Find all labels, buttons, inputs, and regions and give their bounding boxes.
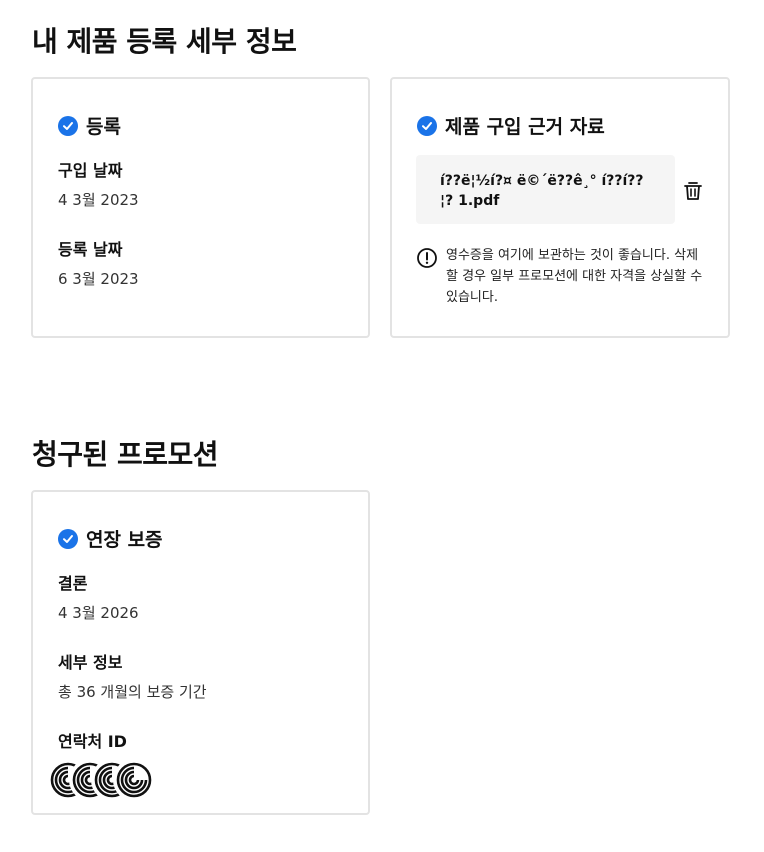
registration-heading: 등록	[86, 116, 121, 138]
details-label: 세부 정보	[58, 653, 123, 672]
registration-card: 등록 구입 날짜 4 3월 2023 등록 날짜 6 3월 2023	[31, 77, 370, 338]
proof-of-purchase-card: 제품 구입 근거 자료 í??ë¦½í?¤ ë©´ë??ê¸° í??í??¦?…	[390, 77, 730, 338]
receipt-file-name[interactable]: í??ë¦½í?¤ ë©´ë??ê¸° í??í??¦? 1.pdf	[440, 171, 655, 211]
check-circle-icon	[417, 115, 437, 136]
contact-avatar-stack	[47, 759, 155, 801]
purchase-date-label: 구입 날짜	[58, 161, 123, 180]
info-circle-icon	[416, 247, 438, 269]
purchase-date-value: 4 3월 2023	[58, 191, 139, 209]
receipt-notice-text: 영수증을 여기에 보관하는 것이 좋습니다. 삭제할 경우 일부 프로모션에 대…	[446, 248, 703, 305]
proof-heading: 제품 구입 근거 자료	[445, 116, 605, 138]
promotion-heading: 연장 보증	[86, 529, 163, 551]
trash-icon[interactable]	[681, 179, 705, 203]
receipt-notice: 영수증을 여기에 보관하는 것이 좋습니다. 삭제할 경우 일부 프로모션에 대…	[416, 245, 706, 308]
registration-date-label: 등록 날짜	[58, 240, 123, 259]
spiral-avatar-icon	[113, 759, 155, 801]
receipt-file-item[interactable]: í??ë¦½í?¤ ë©´ë??ê¸° í??í??¦? 1.pdf	[416, 155, 675, 224]
contact-id-label: 연락처 ID	[58, 732, 127, 751]
registration-date-value: 6 3월 2023	[58, 270, 139, 288]
promotions-title: 청구된 프로모션	[32, 438, 219, 471]
check-circle-icon	[58, 528, 78, 549]
check-circle-icon	[58, 115, 78, 136]
result-label: 결론	[58, 574, 88, 593]
promotion-card: 연장 보증 결론 4 3월 2026 세부 정보 총 36 개월의 보증 기간 …	[31, 490, 370, 815]
page-title: 내 제품 등록 세부 정보	[32, 25, 297, 58]
proof-header: 제품 구입 근거 자료	[417, 112, 605, 139]
details-value: 총 36 개월의 보증 기간	[58, 683, 207, 701]
promotion-header: 연장 보증	[58, 525, 163, 552]
registration-header: 등록	[58, 112, 121, 139]
result-value: 4 3월 2026	[58, 604, 139, 622]
